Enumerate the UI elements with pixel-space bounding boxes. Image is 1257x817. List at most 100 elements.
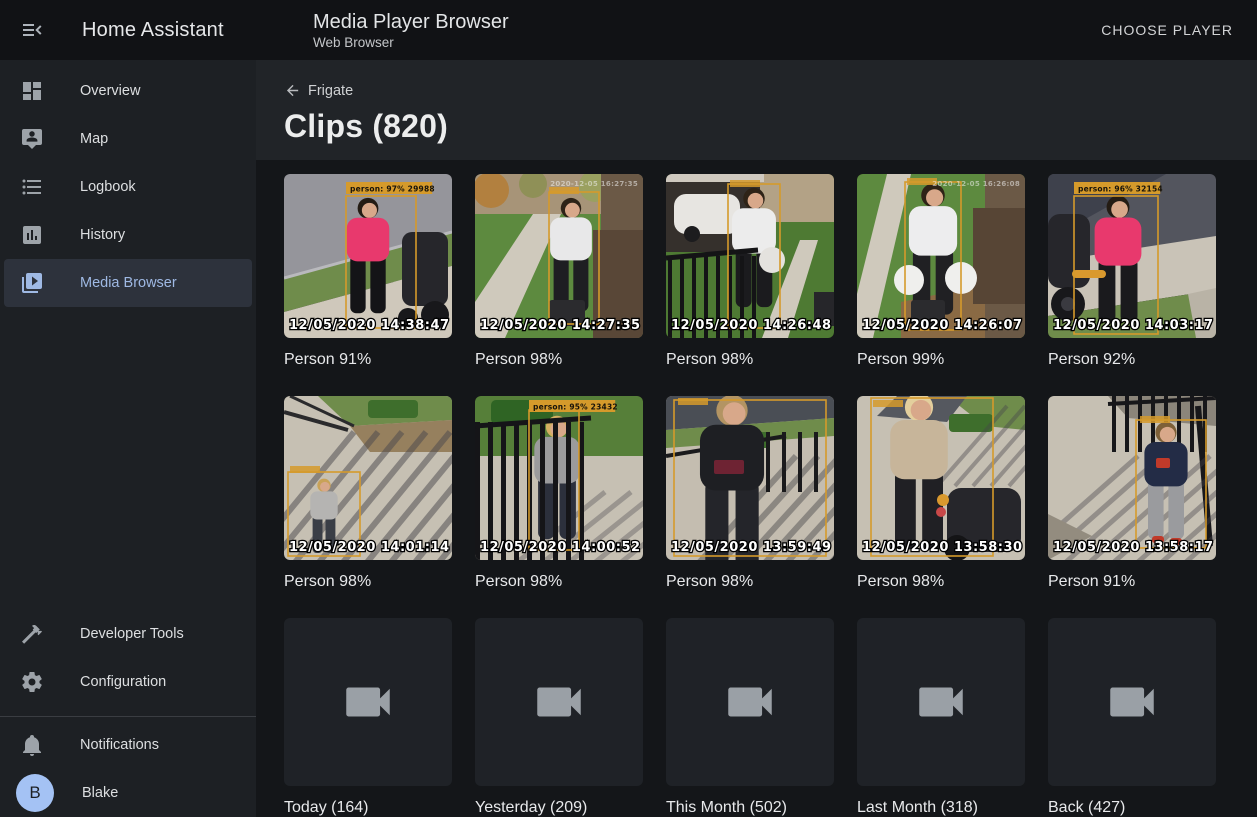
panel-subtitle: Web Browser bbox=[313, 34, 509, 51]
folder-card[interactable]: Today (164) bbox=[284, 618, 452, 817]
arrow-left-icon bbox=[284, 82, 301, 99]
clip-thumbnail: person: 97% 2998812/05/2020 14:38:47 bbox=[284, 174, 452, 338]
clip-caption: Person 98% bbox=[857, 572, 1025, 592]
folder-card[interactable]: Last Month (318) bbox=[857, 618, 1025, 817]
svg-text:person: 95% 23432: person: 95% 23432 bbox=[533, 403, 618, 412]
sidebar-item-history[interactable]: History bbox=[4, 211, 252, 259]
breadcrumb-back[interactable]: Frigate bbox=[284, 82, 353, 99]
sidebar-header: Home Assistant bbox=[0, 0, 256, 60]
sidebar-divider bbox=[0, 716, 256, 717]
clip-card[interactable]: 2020-12-05 16:26:08 12/05/2020 14:26:07 Pe… bbox=[857, 174, 1025, 370]
svg-text:person: 96% 32154: person: 96% 32154 bbox=[1078, 185, 1163, 194]
folder-caption: Today (164) bbox=[284, 798, 452, 817]
clip-card[interactable]: 12/05/2020 14:26:48Person 98% bbox=[666, 174, 834, 370]
sidebar-item-map[interactable]: Map bbox=[4, 115, 252, 163]
sidebar-item-user[interactable]: B Blake bbox=[4, 769, 252, 817]
svg-text:2020-12-05 16:27:35: 2020-12-05 16:27:35 bbox=[550, 180, 638, 188]
sidebar-item-notifications[interactable]: Notifications bbox=[4, 721, 252, 769]
clip-thumbnail: person: 95% 23432 12/05/2020 14:00:52 bbox=[475, 396, 643, 560]
video-camera-icon bbox=[1103, 673, 1161, 731]
list-icon bbox=[20, 175, 44, 199]
clip-card[interactable]: 12/05/2020 13:59:49 Person 98% bbox=[666, 396, 834, 592]
sidebar-item-logbook[interactable]: Logbook bbox=[4, 163, 252, 211]
clip-thumbnail: 2020-12-05 16:27:35 12/05/2020 14:27:35 bbox=[475, 174, 643, 338]
panel-title: Media Player Browser bbox=[313, 10, 509, 34]
sidebar-item-label: Developer Tools bbox=[80, 626, 184, 642]
sidebar-item-media-browser[interactable]: Media Browser bbox=[4, 259, 252, 307]
folder-thumbnail bbox=[475, 618, 643, 786]
clip-caption: Person 91% bbox=[284, 350, 452, 370]
svg-text:12/05/2020 13:58:17: 12/05/2020 13:58:17 bbox=[1053, 540, 1214, 555]
video-camera-icon bbox=[339, 673, 397, 731]
folder-thumbnail bbox=[666, 618, 834, 786]
top-app-bar: Home Assistant Media Player Browser Web … bbox=[0, 0, 1257, 60]
page-title: Clips (820) bbox=[284, 108, 1229, 145]
map-account-icon bbox=[20, 127, 44, 151]
clip-caption: Person 98% bbox=[475, 350, 643, 370]
avatar: B bbox=[16, 774, 54, 812]
clip-card[interactable]: 12/05/2020 14:01:14Person 98% bbox=[284, 396, 452, 592]
folder-caption: This Month (502) bbox=[666, 798, 834, 817]
grid-scroll-area[interactable]: person: 97% 2998812/05/2020 14:38:47 Pers… bbox=[256, 160, 1257, 817]
folder-thumbnail bbox=[1048, 618, 1216, 786]
svg-text:12/05/2020 14:03:17: 12/05/2020 14:03:17 bbox=[1053, 318, 1214, 333]
sidebar-item-label: Map bbox=[80, 131, 108, 147]
folder-card[interactable]: This Month (502) bbox=[666, 618, 834, 817]
clip-thumbnail: person: 96% 32154 12/05/2020 14:03:17 bbox=[1048, 174, 1216, 338]
folder-caption: Back (427) bbox=[1048, 798, 1216, 817]
clip-thumbnail: 2020-12-05 16:26:08 12/05/2020 14:26:07 bbox=[857, 174, 1025, 338]
clip-thumbnail: 12/05/2020 13:59:49 bbox=[666, 396, 834, 560]
sidebar-item-label: Logbook bbox=[80, 179, 136, 195]
sidebar-item-developer-tools[interactable]: Developer Tools bbox=[4, 610, 252, 658]
clip-card[interactable]: person: 95% 23432 12/05/2020 14:00:52 Pers… bbox=[475, 396, 643, 592]
bell-icon bbox=[20, 733, 44, 757]
sidebar-item-label: Notifications bbox=[80, 737, 159, 753]
video-camera-icon bbox=[721, 673, 779, 731]
sidebar-item-label: History bbox=[80, 227, 125, 243]
media-browser-content: Frigate Clips (820) person: 97% 2998812/… bbox=[256, 60, 1257, 817]
svg-text:12/05/2020 14:38:47: 12/05/2020 14:38:47 bbox=[289, 318, 450, 333]
clip-caption: Person 98% bbox=[666, 350, 834, 370]
play-box-multiple-icon bbox=[20, 271, 44, 295]
panel-header: Media Player Browser Web Browser CHOOSE … bbox=[256, 0, 1257, 60]
clips-grid: person: 97% 2998812/05/2020 14:38:47 Pers… bbox=[256, 160, 1257, 817]
svg-text:12/05/2020 14:01:14: 12/05/2020 14:01:14 bbox=[289, 540, 450, 555]
svg-text:12/05/2020 14:27:35: 12/05/2020 14:27:35 bbox=[480, 318, 641, 333]
clip-thumbnail: 12/05/2020 13:58:30 bbox=[857, 396, 1025, 560]
clip-thumbnail: 12/05/2020 14:01:14 bbox=[284, 396, 452, 560]
svg-text:12/05/2020 14:26:07: 12/05/2020 14:26:07 bbox=[862, 318, 1023, 333]
clip-card[interactable]: 2020-12-05 16:27:35 12/05/2020 14:27:35 Pe… bbox=[475, 174, 643, 370]
sidebar-item-label: Media Browser bbox=[80, 275, 177, 291]
sidebar-item-label: Configuration bbox=[80, 674, 166, 690]
choose-player-button[interactable]: CHOOSE PLAYER bbox=[1091, 14, 1243, 46]
clip-card[interactable]: 12/05/2020 13:58:17 Person 91% bbox=[1048, 396, 1216, 592]
clip-card[interactable]: 12/05/2020 13:58:30 Person 98% bbox=[857, 396, 1025, 592]
clip-caption: Person 99% bbox=[857, 350, 1025, 370]
folder-caption: Yesterday (209) bbox=[475, 798, 643, 817]
clip-card[interactable]: person: 97% 2998812/05/2020 14:38:47 Pers… bbox=[284, 174, 452, 370]
svg-text:2020-12-05 16:26:08: 2020-12-05 16:26:08 bbox=[932, 180, 1020, 188]
folder-thumbnail bbox=[857, 618, 1025, 786]
sidebar-toggle-icon[interactable] bbox=[20, 18, 44, 42]
content-header: Frigate Clips (820) bbox=[256, 60, 1257, 160]
sidebar-item-configuration[interactable]: Configuration bbox=[4, 658, 252, 706]
svg-text:12/05/2020 13:59:49: 12/05/2020 13:59:49 bbox=[671, 540, 832, 555]
clip-thumbnail: 12/05/2020 13:58:17 bbox=[1048, 396, 1216, 560]
clip-card[interactable]: person: 96% 32154 12/05/2020 14:03:17 Pers… bbox=[1048, 174, 1216, 370]
clip-caption: Person 92% bbox=[1048, 350, 1216, 370]
folder-card[interactable]: Back (427) bbox=[1048, 618, 1216, 817]
sidebar: Overview Map Logbook History Media Brows… bbox=[0, 60, 256, 817]
svg-text:12/05/2020 13:58:30: 12/05/2020 13:58:30 bbox=[862, 540, 1023, 555]
folder-thumbnail bbox=[284, 618, 452, 786]
clip-caption: Person 98% bbox=[475, 572, 643, 592]
svg-text:12/05/2020 14:00:52: 12/05/2020 14:00:52 bbox=[480, 540, 641, 555]
clip-caption: Person 98% bbox=[666, 572, 834, 592]
video-camera-icon bbox=[912, 673, 970, 731]
hammer-icon bbox=[20, 622, 44, 646]
user-name: Blake bbox=[82, 785, 118, 801]
app-title: Home Assistant bbox=[82, 19, 224, 42]
clip-caption: Person 91% bbox=[1048, 572, 1216, 592]
sidebar-item-overview[interactable]: Overview bbox=[4, 67, 252, 115]
folder-card[interactable]: Yesterday (209) bbox=[475, 618, 643, 817]
folder-caption: Last Month (318) bbox=[857, 798, 1025, 817]
